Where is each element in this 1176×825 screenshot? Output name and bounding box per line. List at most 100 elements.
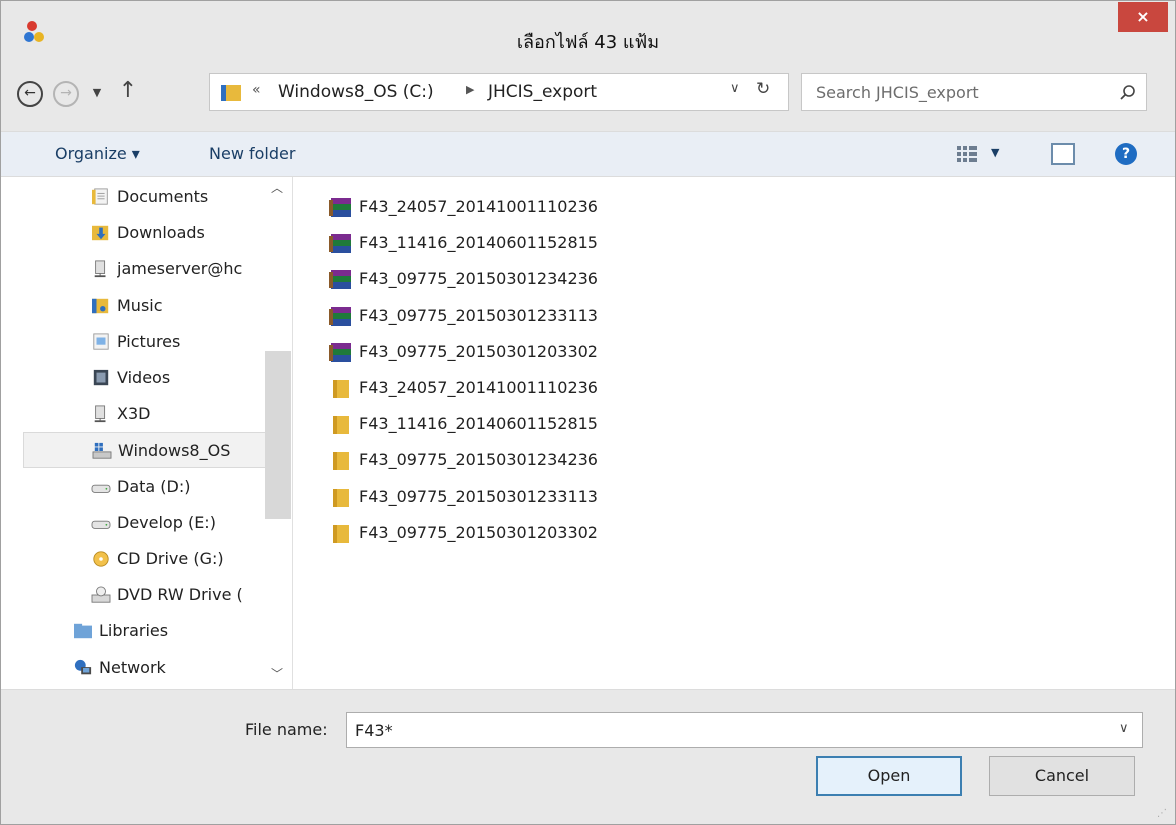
back-button[interactable]: ← xyxy=(17,81,43,107)
search-box[interactable]: Search JHCIS_export xyxy=(801,73,1147,111)
scroll-down-icon[interactable]: ﹀ xyxy=(271,665,283,682)
sidebar-item[interactable]: Data (D:) xyxy=(23,469,285,505)
breadcrumb-segment[interactable]: Windows8_OS (C:) xyxy=(278,82,434,102)
file-name-input[interactable] xyxy=(355,719,1115,741)
file-item-label: F43_09775_20150301234236 xyxy=(359,269,598,289)
network-drive-icon xyxy=(94,260,106,278)
sidebar-item[interactable]: DVD RW Drive ( xyxy=(23,577,285,613)
breadcrumb-segment[interactable]: JHCIS_export xyxy=(488,82,597,102)
search-icon[interactable] xyxy=(1118,83,1138,103)
navigation-bar: ← → ▼ ↑ « Windows8_OS (C:) ▶ JHCIS_expor… xyxy=(1,59,1175,131)
sidebar-item[interactable]: Pictures xyxy=(23,324,285,360)
file-item-label: F43_11416_20140601152815 xyxy=(359,233,598,253)
sidebar-item-label: Pictures xyxy=(117,331,181,351)
search-input[interactable]: Search JHCIS_export xyxy=(816,83,979,102)
sidebar-item-label: Music xyxy=(117,295,163,315)
close-button[interactable]: × xyxy=(1118,2,1168,32)
sidebar-item[interactable]: Windows8_OS xyxy=(23,432,285,469)
file-item-label: F43_11416_20140601152815 xyxy=(359,414,598,434)
sidebar-item[interactable]: Downloads xyxy=(23,215,285,251)
archive-icon xyxy=(329,306,351,326)
file-item-label: F43_09775_20150301203302 xyxy=(359,341,598,361)
folder-icon xyxy=(333,524,349,543)
view-dropdown-icon[interactable]: ▼ xyxy=(991,146,999,159)
file-item[interactable]: F43_24057_20141001110236 xyxy=(329,189,729,225)
sidebar-item-label: CD Drive (G:) xyxy=(117,549,224,568)
network-drive-icon xyxy=(94,405,106,423)
file-item[interactable]: F43_09775_20150301203302 xyxy=(329,515,729,551)
system-drive-icon xyxy=(92,443,112,460)
videos-icon xyxy=(93,369,109,386)
file-list: F43_24057_20141001110236 F43_11416_201406… xyxy=(293,177,1175,689)
file-item-label: F43_09775_20150301233113 xyxy=(359,305,598,325)
address-bar[interactable]: « Windows8_OS (C:) ▶ JHCIS_export ∨ ↻ xyxy=(209,73,789,111)
sidebar-item[interactable]: Documents xyxy=(23,179,285,215)
scroll-up-icon[interactable]: ︿ xyxy=(271,179,283,196)
file-item-label: F43_09775_20150301234236 xyxy=(359,450,598,470)
folder-icon xyxy=(221,85,241,101)
folder-icon xyxy=(333,380,349,398)
pictures-icon xyxy=(93,333,109,350)
documents-icon xyxy=(92,188,108,205)
sidebar-item-label: Videos xyxy=(117,368,171,387)
libraries-icon xyxy=(74,624,92,639)
file-item[interactable]: F43_09775_20150301203302 xyxy=(329,334,729,370)
drive-icon xyxy=(91,520,111,529)
sidebar-item-label: Windows8_OS xyxy=(118,441,231,461)
recent-locations-dropdown[interactable]: ▼ xyxy=(89,83,105,103)
scrollbar-thumb[interactable] xyxy=(265,351,291,519)
sidebar-item[interactable]: CD Drive (G:) xyxy=(23,541,285,577)
file-item[interactable]: F43_24057_20141001110236 xyxy=(329,370,729,406)
resize-grip-icon[interactable]: ⋰ xyxy=(1157,808,1167,819)
folder-icon xyxy=(333,416,349,435)
sidebar-item[interactable]: Libraries xyxy=(23,613,285,649)
sidebar-item[interactable]: Network xyxy=(23,650,285,686)
navigation-scrollbar[interactable]: ︿ ﹀ xyxy=(265,177,291,689)
sidebar-item[interactable]: X3D xyxy=(23,396,285,432)
sidebar-item-label: DVD RW Drive ( xyxy=(117,585,243,605)
address-dropdown[interactable]: ∨ xyxy=(730,81,740,96)
sidebar-item-label: jameserver@hc xyxy=(117,259,243,279)
refresh-icon[interactable]: ↻ xyxy=(756,79,770,99)
sidebar-item-label: Develop (E:) xyxy=(117,512,216,532)
up-button[interactable]: ↑ xyxy=(117,78,139,104)
downloads-icon xyxy=(92,225,109,241)
archive-icon xyxy=(329,342,351,362)
file-item[interactable]: F43_11416_20140601152815 xyxy=(329,225,729,261)
file-item[interactable]: F43_09775_20150301233113 xyxy=(329,479,729,515)
address-overflow-chevron[interactable]: « xyxy=(252,82,261,98)
sidebar-item-label: Documents xyxy=(117,187,209,206)
preview-pane-icon[interactable] xyxy=(1051,143,1075,165)
breadcrumb-separator[interactable]: ▶ xyxy=(466,83,474,96)
command-toolbar: Organize ▾ New folder ▼ ? xyxy=(1,131,1175,177)
file-name-dropdown-icon[interactable]: ∨ xyxy=(1119,721,1129,736)
sidebar-item-label: Libraries xyxy=(99,621,169,641)
window-title: เลือกไฟล์ 43 แฟ้ม xyxy=(516,32,660,53)
file-item-label: F43_09775_20150301233113 xyxy=(359,486,598,506)
organize-button[interactable]: Organize ▾ xyxy=(55,144,140,163)
network-icon xyxy=(74,659,92,674)
sidebar-item-label: Data (D:) xyxy=(117,476,191,496)
file-item[interactable]: F43_09775_20150301234236 xyxy=(329,261,729,297)
title-bar: เลือกไฟล์ 43 แฟ้ม × xyxy=(1,1,1175,59)
file-item[interactable]: F43_09775_20150301233113 xyxy=(329,298,729,334)
help-icon[interactable]: ? xyxy=(1115,143,1137,165)
forward-button[interactable]: → xyxy=(53,81,79,107)
cancel-button[interactable]: Cancel xyxy=(989,756,1135,796)
sidebar-item-label: Downloads xyxy=(117,223,205,243)
file-item[interactable]: F43_09775_20150301234236 xyxy=(329,442,729,478)
navigation-pane: Documents Downloads jameserver@hc Music Pict… xyxy=(1,177,293,689)
file-item[interactable]: F43_11416_20140601152815 xyxy=(329,406,729,442)
sidebar-item[interactable]: Develop (E:) xyxy=(23,505,285,541)
open-button[interactable]: Open xyxy=(816,756,962,796)
sidebar-item[interactable]: Music xyxy=(23,288,285,324)
sidebar-item-label: Network xyxy=(99,657,166,677)
new-folder-button[interactable]: New folder xyxy=(209,144,295,163)
file-item-label: F43_24057_20141001110236 xyxy=(359,197,598,216)
archive-icon xyxy=(329,198,351,217)
archive-icon xyxy=(329,270,351,290)
file-name-field[interactable]: ∨ xyxy=(346,712,1143,748)
sidebar-item[interactable]: Videos xyxy=(23,360,285,396)
sidebar-item[interactable]: jameserver@hc xyxy=(23,251,285,287)
change-view-icon[interactable] xyxy=(957,146,977,162)
